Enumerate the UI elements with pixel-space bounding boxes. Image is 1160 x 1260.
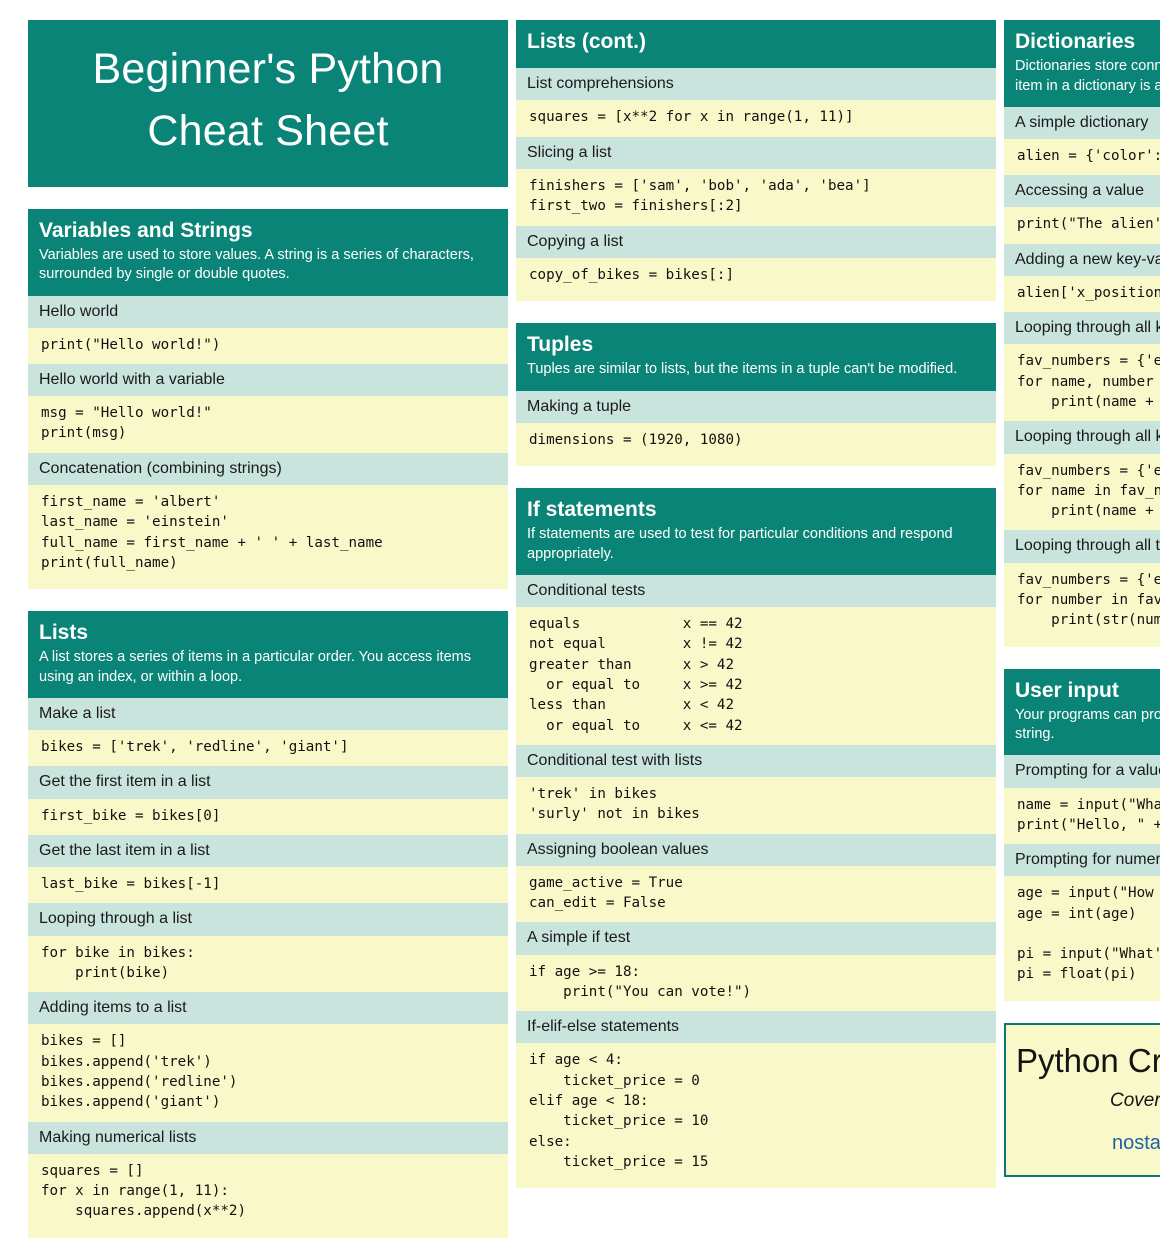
code-block: 'trek' in bikes 'surly' not in bikes [516,776,996,834]
section-description: If statements are used to test for parti… [527,526,953,562]
subsection-label: Looping through all the values [1004,530,1160,563]
section-description: A list stores a series of items in a par… [39,649,471,685]
code-block: last_bike = bikes[-1] [28,867,508,904]
promo-box: Python Crash Course Covers Python 3 and … [1004,1022,1160,1178]
section-description: Your programs can prompt the user for in… [1015,706,1160,743]
subsection-label: Adding a new key-value pair [1004,243,1160,276]
code-block: print("Hello world!") [28,327,508,364]
section-tuples: Tuples Tuples are similar to lists, but … [516,323,996,467]
subsection-label: Copying a list [516,225,996,258]
promo-title: Python Crash Course [1016,1041,1160,1079]
page-title-line-1: Beginner's Python [92,45,444,93]
column-left: Beginner's Python Cheat Sheet Variables … [28,20,508,1260]
section-title: User input [1015,678,1119,702]
section-header: If statements If statements are used to … [516,488,996,575]
section-header: Lists A list stores a series of items in… [28,611,508,698]
code-block: age = input("How old are you? ") age = i… [1004,876,1160,1001]
code-block: first_bike = bikes[0] [28,798,508,835]
subsection-label: Slicing a list [516,136,996,169]
promo-subtitle: Covers Python 3 and Python 2 [1110,1090,1160,1112]
subsection-label: Hello world [28,295,508,328]
section-variables-and-strings: Variables and Strings Variables are used… [28,208,508,590]
section-user-input: User input Your programs can prompt the … [1004,668,1160,1001]
section-title: Lists (cont.) [527,30,646,53]
subsection-label: A simple dictionary [1004,106,1160,139]
section-header: User input Your programs can prompt the … [1004,668,1160,756]
section-header: Lists (cont.) [516,20,996,69]
promo-link[interactable]: nostarchpress.com/pythoncrashcourse [1006,1132,1160,1155]
section-title: Variables and Strings [39,218,253,242]
subsection-label: Get the first item in a list [28,766,508,799]
code-block: game_active = True can_edit = False [516,865,996,923]
code-block: equals x == 42 not equal x != 42 greater… [516,607,996,745]
code-block: first_name = 'albert' last_name = 'einst… [28,484,508,590]
subsection-label: Looping through all keys [1004,421,1160,454]
code-block: if age >= 18: print("You can vote!") [516,954,996,1012]
subsection-label: List comprehensions [516,68,996,101]
section-lists-cont: Lists (cont.) List comprehensions square… [516,20,996,301]
code-block: fav_numbers = {'eric': 17, 'ever': 4} fo… [1004,453,1160,531]
subsection-label: Prompting for numerical input [1004,844,1160,877]
section-if-statements: If statements If statements are used to … [516,488,996,1189]
subsection-label: Conditional tests [516,574,996,608]
subsection-label: Looping through a list [28,903,508,936]
section-dictionaries: Dictionaries Dictionaries store connecti… [1004,20,1160,647]
subsection-label: Make a list [28,697,508,731]
code-block: finishers = ['sam', 'bob', 'ada', 'bea']… [516,168,996,226]
section-title: Tuples [527,333,594,356]
code-block: msg = "Hello world!" print(msg) [28,396,508,453]
subsection-label: Looping through all key-value pairs [1004,312,1160,345]
code-block: copy_of_bikes = bikes[:] [516,257,996,301]
cheat-sheet-page: Beginner's Python Cheat Sheet Variables … [0,0,1160,1238]
section-title: Dictionaries [1015,30,1136,53]
page-title-banner: Beginner's Python Cheat Sheet [28,20,508,187]
code-block: for bike in bikes: print(bike) [28,935,508,993]
code-block: alien = {'color': 'green', 'points': 5} [1004,139,1160,176]
section-title: If statements [527,498,657,522]
subsection-label: Making numerical lists [28,1121,508,1154]
section-header: Variables and Strings Variables are used… [28,208,508,296]
column-middle: Lists (cont.) List comprehensions square… [516,20,996,1210]
section-description: Variables are used to store values. A st… [39,246,474,283]
subsection-label: Accessing a value [1004,175,1160,208]
section-title: Lists [39,621,89,645]
section-header: Tuples Tuples are similar to lists, but … [516,323,996,391]
section-lists: Lists A list stores a series of items in… [28,611,508,1238]
page-title-line-2: Cheat Sheet [147,107,389,156]
code-block: squares = [x**2 for x in range(1, 11)] [516,100,996,137]
section-description: Dictionaries store connections between p… [1015,58,1160,94]
section-header: Dictionaries Dictionaries store connecti… [1004,20,1160,107]
code-block: print("The alien's color is " + alien['c… [1004,207,1160,244]
subsection-label: Assigning boolean values [516,833,996,866]
code-block: bikes = [] bikes.append('trek') bikes.ap… [28,1024,508,1122]
code-block: fav_numbers = {'eric': 17, 'ever': 4} fo… [1004,562,1160,647]
code-block: dimensions = (1920, 1080) [516,422,996,467]
subsection-label: Concatenation (combining strings) [28,452,508,485]
subsection-label: Conditional test with lists [516,744,996,777]
subsection-label: Hello world with a variable [28,363,508,397]
subsection-label: Adding items to a list [28,992,508,1025]
code-block: alien['x_position'] = 0 [1004,275,1160,313]
code-block: name = input("What's your name? ") print… [1004,787,1160,845]
column-right: Dictionaries Dictionaries store connecti… [1004,20,1160,1178]
code-block: squares = [] for x in range(1, 11): squa… [28,1153,508,1238]
subsection-label: A simple if test [516,922,996,955]
subsection-label: If-elif-else statements [516,1011,996,1044]
subsection-label: Prompting for a value [1004,755,1160,788]
subsection-label: Get the last item in a list [28,834,508,868]
section-description: Tuples are similar to lists, but the ite… [527,361,958,378]
code-block: if age < 4: ticket_price = 0 elif age < … [516,1043,996,1189]
code-block: fav_numbers = {'eric': 17, 'ever': 4} fo… [1004,344,1160,422]
code-block: bikes = ['trek', 'redline', 'giant'] [28,730,508,767]
subsection-label: Making a tuple [516,390,996,423]
